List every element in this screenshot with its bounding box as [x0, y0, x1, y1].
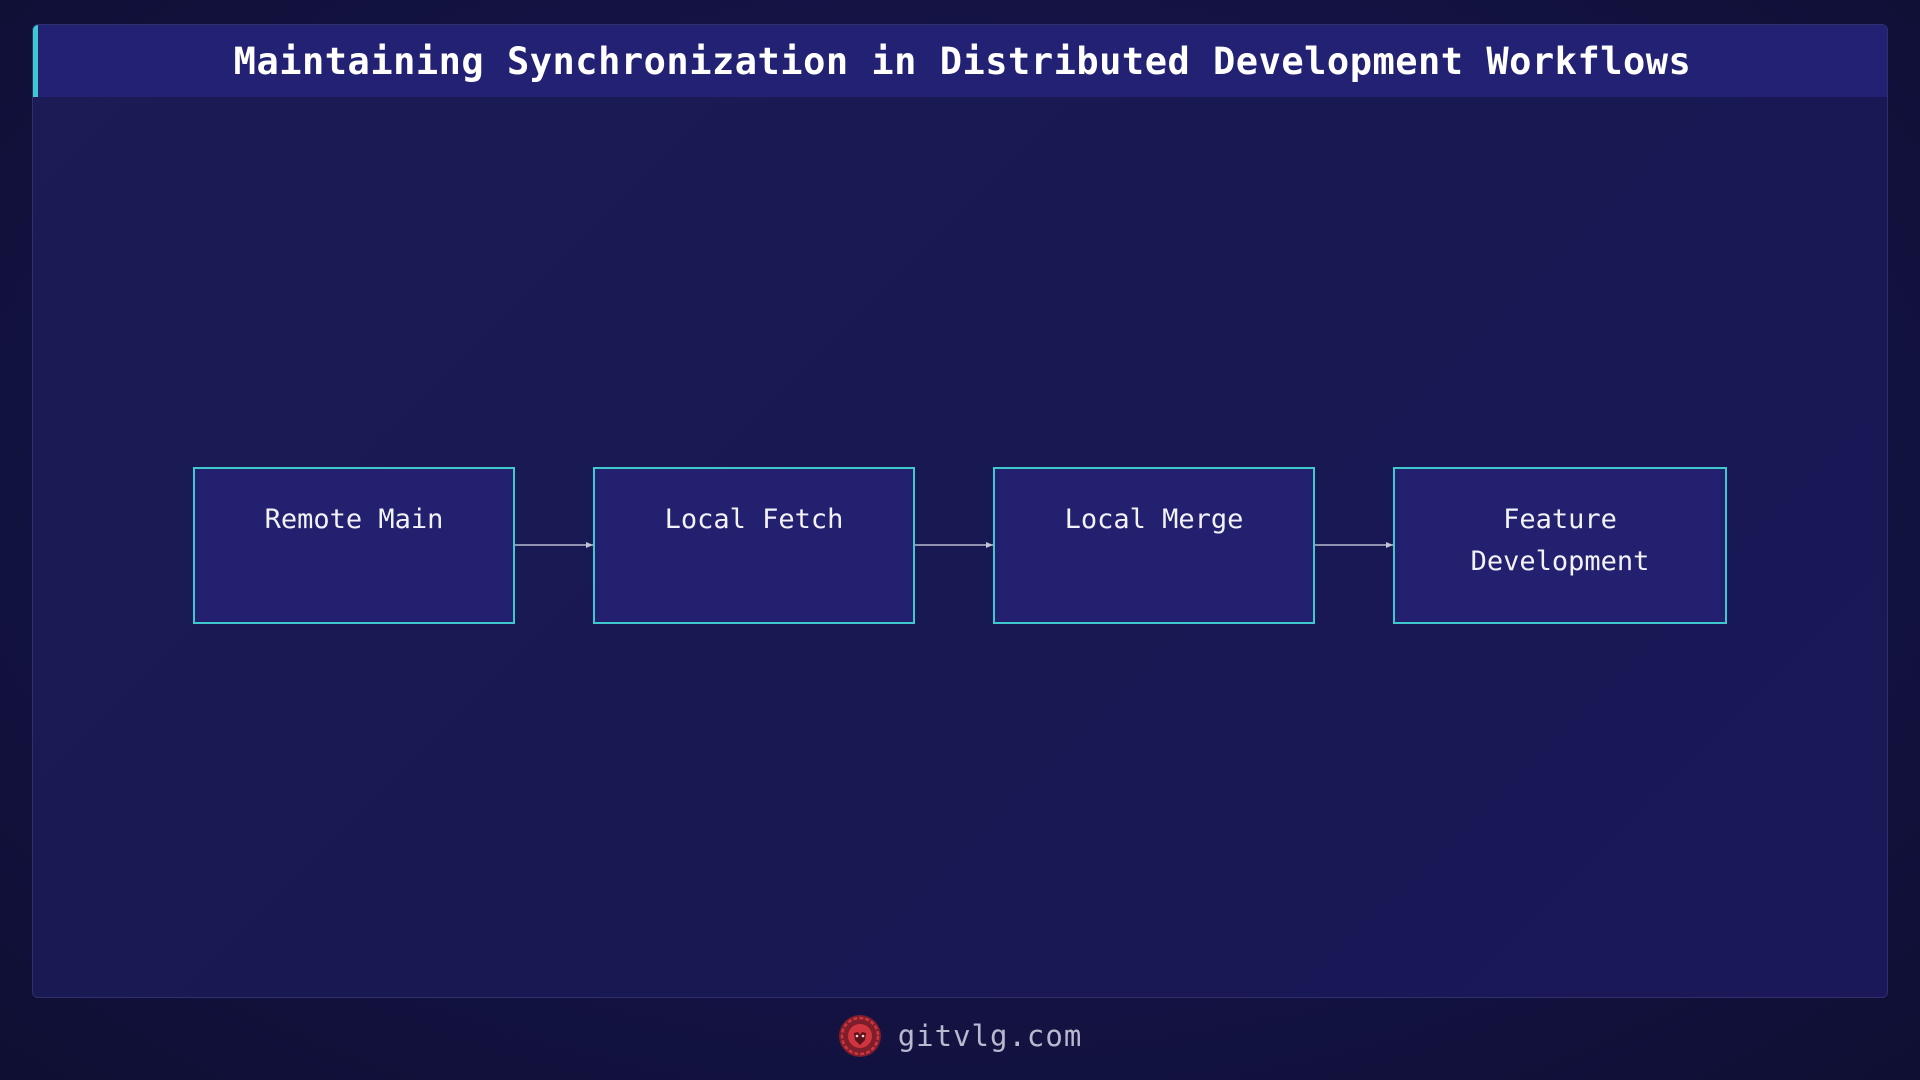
node-local-fetch: Local Fetch: [593, 467, 915, 624]
diagram-title: Maintaining Synchronization in Distribut…: [233, 39, 1692, 83]
footer: gitvlg.com: [0, 1010, 1920, 1062]
node-feature-development: Feature Development: [1393, 467, 1727, 624]
lion-head-icon: [838, 1015, 881, 1057]
node-local-merge: Local Merge: [993, 467, 1315, 624]
title-bar: Maintaining Synchronization in Distribut…: [33, 25, 1887, 97]
node-remote-main: Remote Main: [193, 467, 515, 624]
footer-site-link[interactable]: gitvlg.com: [898, 1019, 1083, 1053]
